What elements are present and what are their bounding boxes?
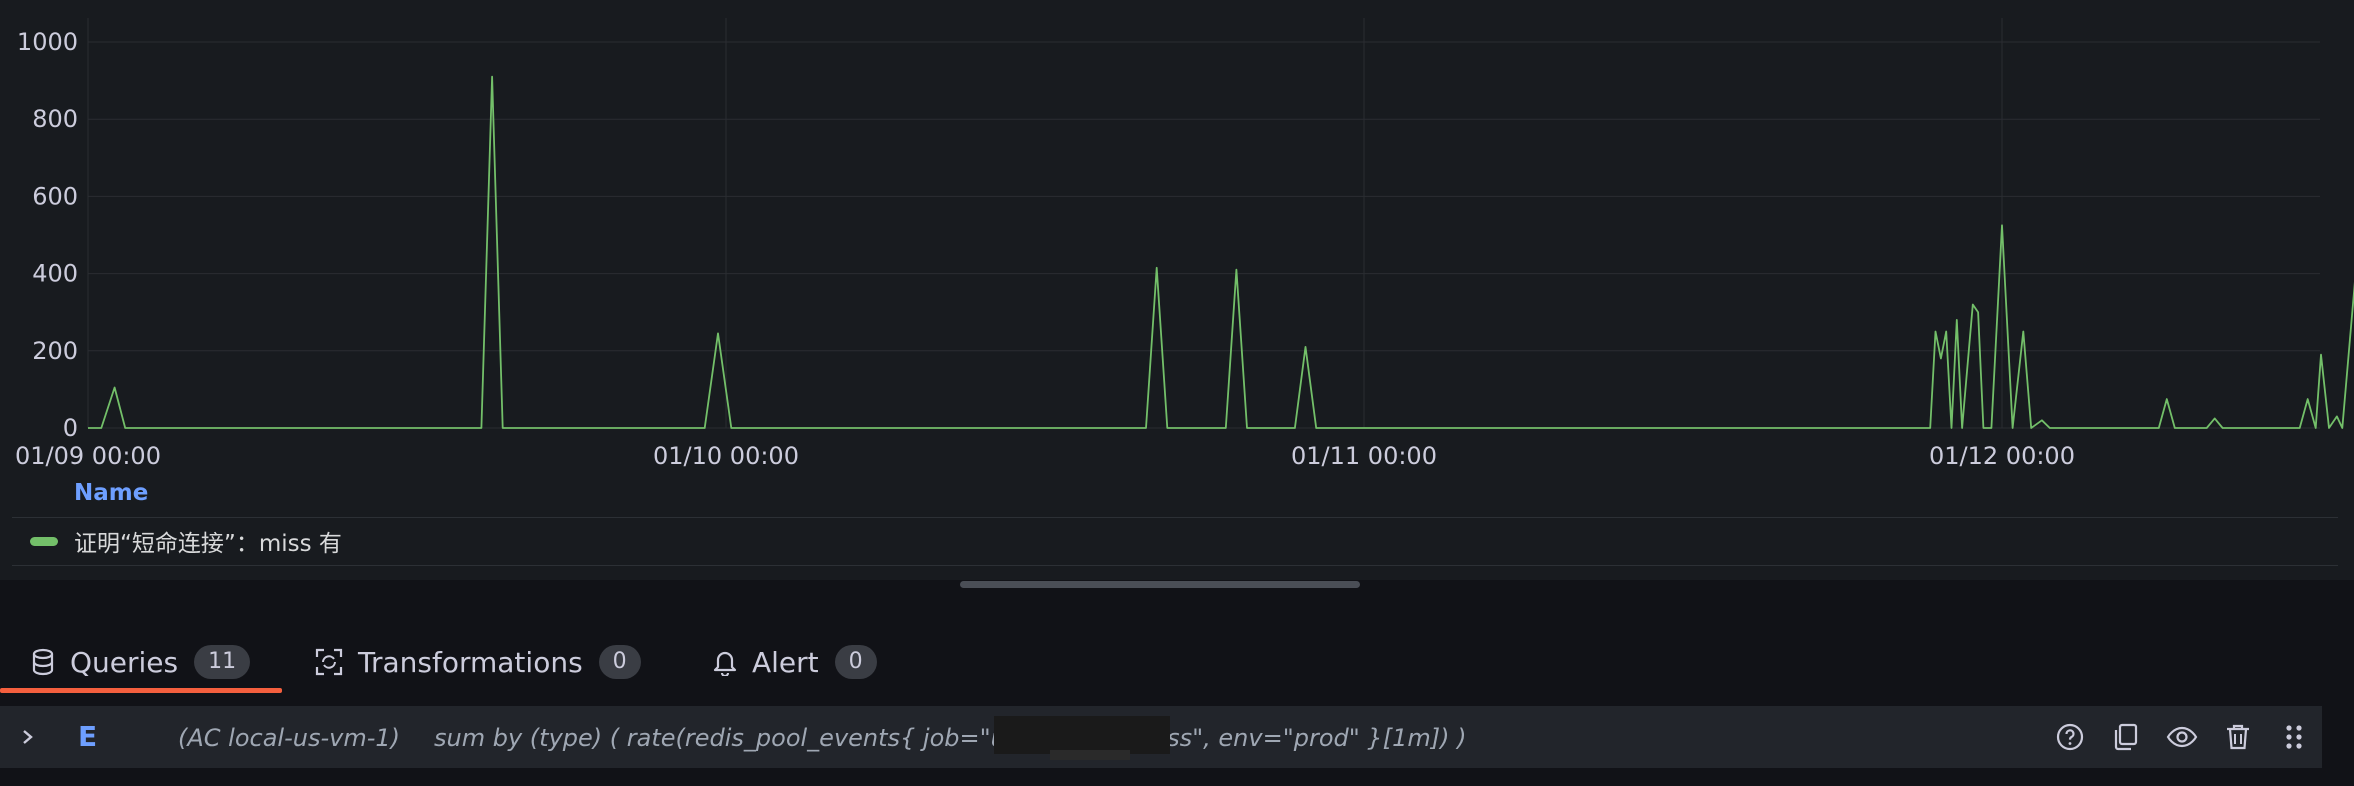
legend-divider-bottom: [12, 565, 2338, 566]
query-editor: Queries 11 Transformations 0 Alert 0 E (…: [0, 594, 2354, 786]
tab-alert[interactable]: Alert 0: [712, 632, 877, 692]
bell-icon: [712, 648, 738, 676]
legend-item-label: 证明“短命连接”：miss 有: [74, 531, 342, 557]
x-tick-label: 01/09 00:00: [15, 442, 161, 470]
tab-transformations-label: Transformations: [358, 645, 583, 679]
y-tick-label: 200: [32, 337, 78, 365]
drag-handle-icon[interactable]: [2266, 706, 2322, 768]
trash-icon[interactable]: [2210, 706, 2266, 768]
database-icon: [30, 648, 56, 676]
tab-transformations-count: 0: [598, 645, 641, 679]
eye-icon[interactable]: [2154, 706, 2210, 768]
chevron-right-icon[interactable]: [16, 722, 40, 756]
editor-tabs: Queries 11 Transformations 0 Alert 0: [0, 632, 2354, 693]
series-line: [88, 75, 2354, 429]
y-tick-label: 1000: [17, 28, 78, 56]
duplicate-icon[interactable]: [2098, 706, 2154, 768]
query-ref-name[interactable]: E: [78, 720, 97, 753]
tab-queries-label: Queries: [70, 645, 179, 679]
query-datasource: (AC local-us-vm-1): [178, 724, 400, 752]
tab-transformations[interactable]: Transformations 0: [314, 632, 641, 692]
y-tick-label: 600: [32, 182, 78, 210]
query-actions: [2042, 706, 2322, 768]
legend-color-swatch: [30, 536, 58, 546]
legend-header[interactable]: Name: [74, 480, 148, 506]
tab-alert-label: Alert: [752, 645, 819, 679]
time-series-chart: 0 200 400 600 800 1000 01/09 00:00 01/10 00:00 0…: [15, 18, 2354, 470]
active-tab-indicator: [0, 688, 282, 693]
graph-panel: 0 200 400 600 800 1000 01/09 00:00 01/10 00:00 0…: [0, 0, 2354, 580]
query-row[interactable]: E (AC local-us-vm-1) sum by (type) ( rat…: [0, 706, 2322, 768]
tab-alert-count: 0: [834, 645, 877, 679]
tab-queries[interactable]: Queries 11: [30, 632, 251, 692]
redaction-block: [994, 716, 1170, 754]
legend-item[interactable]: 证明“短命连接”：miss 有: [30, 524, 342, 558]
panel-resize-handle[interactable]: [960, 581, 1360, 588]
tab-queries-count: 11: [194, 645, 251, 679]
legend-divider-top: [12, 517, 2338, 518]
x-tick-label: 01/10 00:00: [653, 442, 799, 470]
y-tick-label: 400: [32, 260, 78, 288]
transform-icon: [314, 647, 344, 677]
x-tick-label: 01/12 00:00: [1929, 442, 2075, 470]
redaction-block-shadow: [1050, 750, 1130, 760]
y-tick-label: 800: [32, 105, 78, 133]
help-icon[interactable]: [2042, 706, 2098, 768]
y-tick-label: 0: [63, 414, 78, 442]
x-tick-label: 01/11 00:00: [1291, 442, 1437, 470]
query-expression[interactable]: sum by (type) ( rate(redis_pool_events{ …: [434, 724, 1466, 752]
